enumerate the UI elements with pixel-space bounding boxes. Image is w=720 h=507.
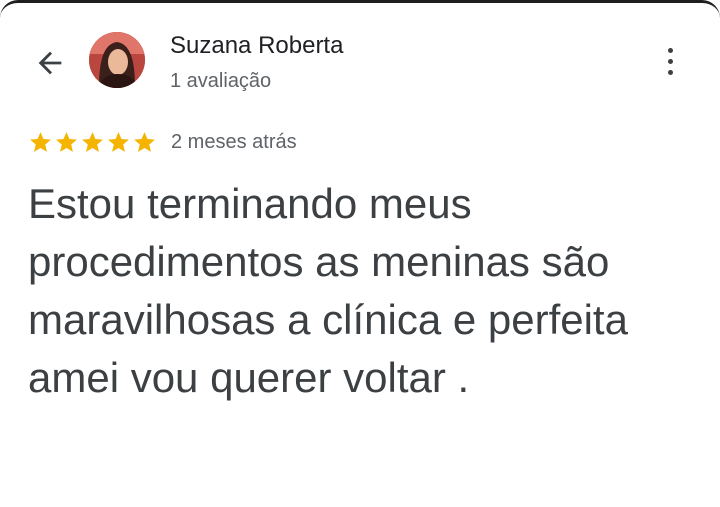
star-icon <box>108 131 129 152</box>
star-icon <box>82 131 103 152</box>
review-screen: Suzana Roberta 1 avaliação 2 meses atrás… <box>0 0 720 507</box>
rating-row: 2 meses atrás <box>28 127 297 157</box>
avatar[interactable] <box>89 32 145 88</box>
review-text: Estou terminando meus procedimentos as m… <box>28 180 628 401</box>
arrow-back-icon <box>38 51 62 75</box>
user-name[interactable]: Suzana Roberta <box>170 32 343 60</box>
avatar-image <box>89 32 145 88</box>
star-icon <box>56 131 77 152</box>
back-button[interactable] <box>28 43 72 83</box>
more-vert-icon-dot <box>667 69 673 75</box>
more-vert-icon-dot <box>667 58 673 64</box>
more-vert-icon-dot <box>667 47 673 53</box>
star-rating <box>28 130 157 155</box>
star-icon <box>30 131 51 152</box>
more-options-button[interactable] <box>652 41 688 81</box>
review-date: 2 meses atrás <box>171 130 297 153</box>
review-count: 1 avaliação <box>170 70 272 92</box>
star-icon <box>134 131 155 152</box>
